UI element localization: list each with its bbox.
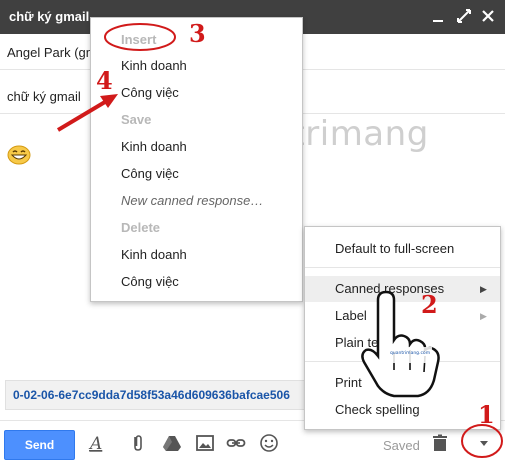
- step-3-label: 3: [189, 19, 206, 48]
- insert-highlight-circle: [104, 23, 176, 51]
- annotation-overlay: quantrimang.com: [56, 23, 503, 458]
- more-options-highlight-circle: [461, 424, 503, 458]
- step-1-label: 1: [478, 400, 495, 429]
- step-2-label: 2: [421, 290, 438, 319]
- red-arrow-icon: [56, 94, 118, 132]
- step-4-label: 4: [96, 66, 113, 95]
- cursor-watermark-text: quantrimang.com: [390, 350, 430, 356]
